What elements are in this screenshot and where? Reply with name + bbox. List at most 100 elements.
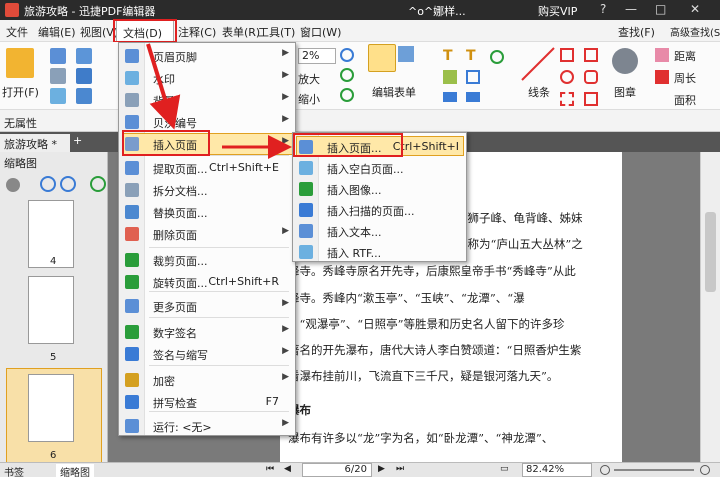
menu-file[interactable]: 文件 — [6, 24, 28, 40]
menu-item-10[interactable]: 旋转页面... Ctrl+Shift+R — [119, 271, 295, 293]
menu-item-label: 提取页面... — [153, 163, 208, 176]
menu-edit[interactable]: 编辑(E) — [38, 24, 76, 40]
shrink-label[interactable]: 缩小 — [298, 91, 320, 107]
page-number-5: 5 — [50, 352, 57, 363]
menu-item-label: 旋转页面... — [153, 277, 208, 290]
submenu-item-1[interactable]: 插入空白页面... — [293, 157, 465, 179]
single-page-icon[interactable]: ▭ — [500, 464, 509, 474]
page-thumbnail-6[interactable] — [28, 374, 74, 442]
menu-item-icon — [125, 49, 139, 63]
eraser-icon[interactable] — [655, 48, 669, 62]
note-tool-icon[interactable] — [443, 70, 457, 84]
open-button-label[interactable]: 打开(F) — [2, 84, 39, 100]
user-name[interactable]: ^o^娜样... — [408, 3, 466, 19]
page-thumbnail-5[interactable] — [28, 276, 74, 344]
link-tool-icon[interactable] — [466, 70, 480, 84]
menu-item-0[interactable]: 页眉页脚 ▶ — [119, 45, 295, 67]
edit-form-icon[interactable] — [368, 44, 396, 72]
zoom-level-input[interactable]: 82.42% — [522, 463, 592, 477]
stamp-icon[interactable] — [612, 48, 638, 74]
help-icon[interactable]: ? — [600, 2, 606, 16]
submenu-arrow-icon: ▶ — [282, 92, 289, 102]
print-icon[interactable] — [50, 68, 66, 84]
underline-tool-icon[interactable] — [466, 92, 480, 102]
fit-icon[interactable] — [76, 68, 92, 84]
menu-window[interactable]: 窗口(W) — [300, 24, 341, 40]
polygon-tool-icon[interactable] — [584, 48, 598, 62]
zoom-input[interactable]: 2% — [298, 48, 336, 64]
minimize-icon[interactable]: — — [625, 2, 637, 16]
buy-vip-link[interactable]: 购买VIP — [538, 3, 577, 19]
textbox-tool-icon[interactable]: T — [466, 48, 476, 64]
submenu-item-4[interactable]: 插入文本... — [293, 220, 465, 242]
close-icon[interactable]: ✕ — [690, 2, 700, 16]
menu-item-1[interactable]: 水印 ▶ — [119, 67, 295, 89]
menu-item-11[interactable]: 更多页面 ▶ — [119, 295, 295, 317]
select-tool-icon[interactable] — [398, 46, 414, 62]
vertical-scrollbar[interactable] — [700, 152, 720, 462]
menu-form[interactable]: 表单(R) — [222, 24, 260, 40]
menu-item-6[interactable]: 拆分文档... — [119, 179, 295, 201]
edit-form-label[interactable]: 编辑表单 — [372, 84, 416, 100]
measure-icon[interactable] — [655, 70, 669, 84]
save-icon[interactable] — [50, 48, 66, 64]
menu-item-8[interactable]: 删除页面 ▶ — [119, 223, 295, 245]
menu-item-16[interactable]: 运行: <无> ▶ — [119, 415, 295, 437]
page-icon[interactable] — [76, 88, 92, 104]
menu-item-13[interactable]: 签名与缩写 ▶ — [119, 343, 295, 365]
text-tool-icon[interactable]: T — [443, 48, 453, 64]
menu-item-12[interactable]: 数字签名 ▶ — [119, 321, 295, 343]
tab-travel-guide[interactable]: 旅游攻略 * — [0, 134, 70, 152]
menu-item-14[interactable]: 加密 ▶ — [119, 369, 295, 391]
menu-tools[interactable]: 工具(T) — [258, 24, 295, 40]
thumbnail-sidebar: 缩略图 4 5 6 — [0, 152, 108, 477]
perimeter-label[interactable]: 周长 — [674, 70, 696, 86]
menu-comment[interactable]: 注释(C) — [178, 24, 216, 40]
menu-item-5[interactable]: 提取页面... Ctrl+Shift+E — [119, 157, 295, 179]
rectangle-tool-icon[interactable] — [560, 48, 574, 62]
pencil-tool-icon[interactable] — [584, 92, 598, 106]
maximize-icon[interactable]: □ — [655, 2, 666, 16]
menu-item-7[interactable]: 替换页面... — [119, 201, 295, 223]
first-page-icon[interactable]: ⏮ — [266, 464, 274, 474]
last-page-icon[interactable]: ⏭ — [396, 464, 404, 474]
settings-gear-icon[interactable] — [6, 178, 20, 192]
rotate-icon[interactable] — [340, 68, 354, 82]
submenu-item-5[interactable]: 插入 RTF... — [293, 241, 465, 263]
rotate-thumb-icon[interactable] — [90, 176, 106, 192]
submenu-item-2[interactable]: 插入图像... — [293, 178, 465, 200]
submenu-item-icon — [299, 224, 313, 238]
refresh-icon[interactable] — [340, 88, 354, 102]
enlarge-label[interactable]: 放大 — [298, 71, 320, 87]
lines-label[interactable]: 线条 — [528, 84, 550, 100]
zoom-in-thumb-icon[interactable] — [60, 176, 76, 192]
view-mode-icon[interactable] — [76, 48, 92, 64]
polyline-tool-icon[interactable] — [584, 70, 598, 84]
zoom-in-status-icon[interactable] — [700, 465, 710, 475]
menu-item-2[interactable]: 背景 ▶ — [119, 89, 295, 111]
line-tool-icon[interactable] — [520, 46, 556, 82]
stamp-label[interactable]: 图章 — [614, 84, 636, 100]
new-tab-button[interactable]: + — [73, 134, 82, 147]
submenu-item-3[interactable]: 插入扫描的页面... — [293, 199, 465, 221]
zoom-out-thumb-icon[interactable] — [40, 176, 56, 192]
prev-page-icon[interactable]: ◀ — [284, 464, 291, 474]
menu-item-9[interactable]: 裁剪页面... — [119, 249, 295, 271]
zoom-in-icon[interactable] — [340, 48, 354, 62]
scroll-thumb[interactable] — [705, 212, 716, 292]
email-icon[interactable] — [50, 88, 66, 104]
zoom-slider[interactable] — [614, 469, 694, 471]
sidebar-title: 缩略图 — [4, 157, 37, 170]
highlight-tool-icon[interactable] — [443, 92, 457, 102]
submenu-item-label: 插入 RTF... — [327, 247, 382, 260]
page-number-input[interactable]: 6/20 — [302, 463, 372, 477]
cloud-tool-icon[interactable] — [560, 92, 574, 106]
stamp-tool-icon[interactable] — [490, 50, 504, 64]
zoom-out-status-icon[interactable] — [600, 465, 610, 475]
menu-item-15[interactable]: 拼写检查 F7 — [119, 391, 295, 413]
next-page-icon[interactable]: ▶ — [378, 464, 385, 474]
distance-label[interactable]: 距离 — [674, 48, 696, 64]
open-folder-icon[interactable] — [6, 48, 34, 78]
ellipse-tool-icon[interactable] — [560, 70, 574, 84]
area-label[interactable]: 面积 — [674, 92, 696, 108]
